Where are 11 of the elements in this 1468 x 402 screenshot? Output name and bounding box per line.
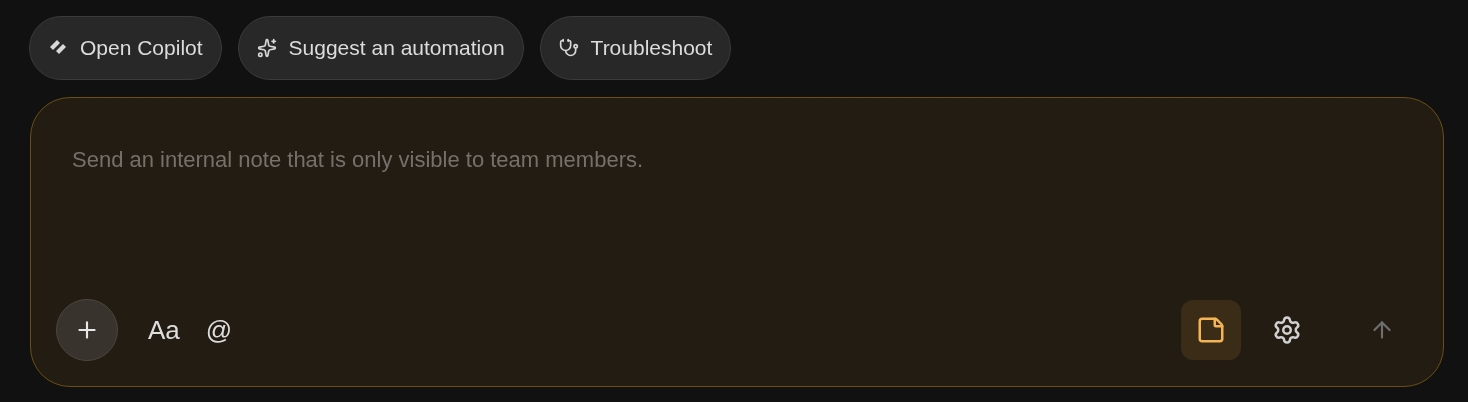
format-button[interactable]: Aa [148, 310, 180, 350]
sticky-note-icon [1196, 315, 1226, 345]
note-input-field[interactable]: Send an internal note that is only visible to team members. Aa @ [30, 97, 1444, 387]
suggestion-chip[interactable]: Open Copilot [29, 16, 222, 80]
note-mode-button[interactable] [1181, 300, 1241, 360]
sparkle-icon [256, 38, 277, 58]
suggestion-chip[interactable]: Suggest an automation [237, 16, 524, 80]
stethoscope-icon [558, 38, 579, 58]
mention-button[interactable]: @ [205, 310, 233, 350]
settings-icon [1272, 315, 1302, 345]
suggestion-chip[interactable]: Troubleshoot [539, 16, 732, 80]
